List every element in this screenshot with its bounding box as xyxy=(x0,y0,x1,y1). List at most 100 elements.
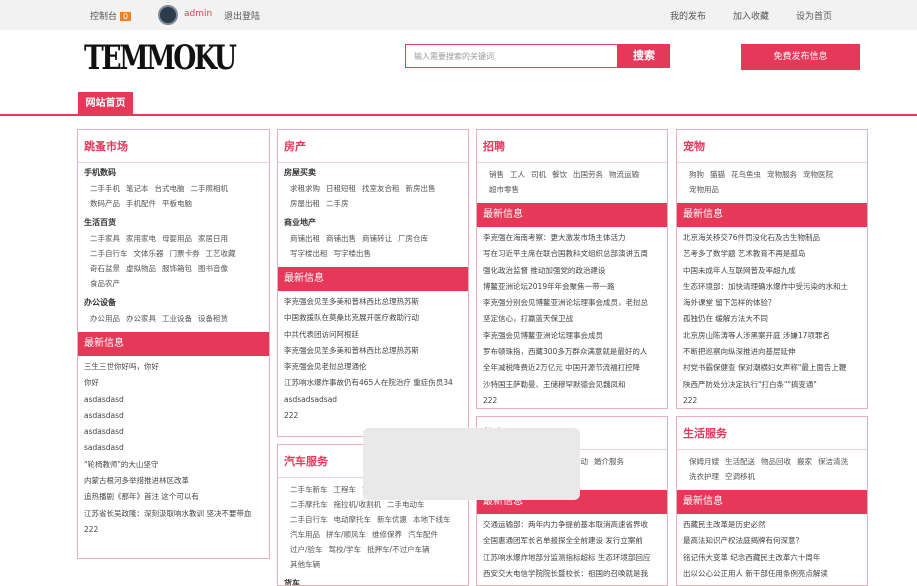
news-item[interactable]: 全年减税降费近2万亿元 中国开源节流福打控降 xyxy=(483,360,661,376)
tag-link[interactable]: 奇石盆景 xyxy=(90,264,120,273)
tag-link[interactable]: 家居日用 xyxy=(198,234,228,243)
tag-link[interactable]: 洗衣护理 xyxy=(689,472,719,481)
tag-link[interactable]: 拼车/顺风车 xyxy=(326,530,366,539)
tag-link[interactable]: 虚拟物品 xyxy=(126,264,156,273)
news-item[interactable]: asdasdasd xyxy=(84,424,263,440)
tag-link[interactable]: 二手电动车 xyxy=(387,500,425,509)
tag-link[interactable]: 台式电脑 xyxy=(155,184,185,193)
news-item[interactable]: 坚定信心，打赢蓝天保卫战 xyxy=(483,311,661,327)
username-link[interactable]: admin xyxy=(184,9,212,19)
news-item[interactable]: 出以公心公正用人 新干部任用条例亮点解读 xyxy=(683,566,861,582)
tag-link[interactable]: 电动摩托车 xyxy=(334,515,372,524)
news-item[interactable]: 追热播剧《那年》首注 这个可以有 xyxy=(84,489,263,505)
news-item[interactable]: 铭记伟大变革 纪念西藏民主改革六十周年 xyxy=(683,550,861,566)
news-item[interactable]: 江苏响水爆炸事故仍有465人在院治疗 重症伤员34 xyxy=(284,375,462,391)
news-item[interactable]: 艺考多了数学题 艺术教育不再是孤岛 xyxy=(683,246,861,262)
news-item[interactable]: 陕西严防处分决定执行"打白条""搞变通" xyxy=(683,377,861,393)
news-item[interactable]: 最高法知识产权法庭揭牌有何深意？ xyxy=(683,533,861,549)
news-item[interactable]: 222 xyxy=(483,393,661,408)
tag-link[interactable]: 食品农产 xyxy=(90,279,120,288)
tag-link[interactable]: 家用家电 xyxy=(126,234,156,243)
tag-link[interactable]: 房屋出租 xyxy=(290,199,320,208)
tag-link[interactable]: 数码产品 xyxy=(90,199,120,208)
tag-link[interactable]: 办公用品 xyxy=(90,314,120,323)
panel-title[interactable]: 招聘 xyxy=(477,130,667,163)
tag-link[interactable]: 写字楼出售 xyxy=(334,249,372,258)
tag-link[interactable]: 笔记本 xyxy=(126,184,149,193)
tag-link[interactable]: 保洁清洗 xyxy=(818,457,848,466)
news-item[interactable]: asdsadsadsad xyxy=(284,392,462,408)
tag-link[interactable]: 二手自行车 xyxy=(290,515,328,524)
news-item[interactable]: 总书记强调：各地区推广帮助困难群众 xyxy=(683,582,861,585)
group-title[interactable]: 房屋买卖 xyxy=(278,163,468,180)
news-item[interactable]: 全国惠通团军长名单报探全全前建设 发行立案前 xyxy=(483,533,661,549)
news-item[interactable]: 孤独仍在 缓解方法大不同 xyxy=(683,311,861,327)
tag-link[interactable]: 手机配件 xyxy=(126,199,156,208)
tag-link[interactable]: 新车优惠 xyxy=(377,515,407,524)
news-item[interactable]: 西藏民主改革是历史必然 xyxy=(683,517,861,533)
tag-link[interactable]: 门票卡券 xyxy=(170,249,200,258)
news-item[interactable]: 交通运输部：两年内力争提前基本取消高速省界收 xyxy=(483,517,661,533)
tag-link[interactable]: 厂房仓库 xyxy=(398,234,428,243)
news-item[interactable]: 江苏响水爆炸地部分监测指标超标 生态环境部回应 xyxy=(483,550,661,566)
news-item[interactable]: 沙特国王萨勒曼、王储穆罕默德会见魏凤和 xyxy=(483,377,661,393)
tag-link[interactable]: 设备租赁 xyxy=(198,314,228,323)
tag-link[interactable]: 写字楼出租 xyxy=(290,249,328,258)
news-item[interactable]: 北京海关移交76件罚没化石及古生物制品 xyxy=(683,230,861,246)
add-favorite-link[interactable]: 加入收藏 xyxy=(733,9,769,22)
tag-link[interactable]: 宠物医院 xyxy=(803,170,833,179)
tag-link[interactable]: 商铺转让 xyxy=(362,234,392,243)
group-title[interactable]: 商业地产 xyxy=(278,213,468,230)
news-item[interactable]: 西安交大电信学院院长暨校长：祖国的召唤就是我 xyxy=(483,566,661,582)
tag-link[interactable]: 母婴用品 xyxy=(162,234,192,243)
news-item[interactable]: 不断把巡察向纵深推进向基层延伸 xyxy=(683,344,861,360)
tag-link[interactable]: 工人 xyxy=(510,170,525,179)
tag-link[interactable]: 工业设备 xyxy=(162,314,192,323)
news-item[interactable]: 李克强会见博鳌亚洲论坛理事会成员 xyxy=(483,328,661,344)
tag-link[interactable]: 本地下线车 xyxy=(413,515,451,524)
news-item[interactable]: 222 xyxy=(84,522,263,538)
tag-link[interactable]: 出国劳务 xyxy=(573,170,603,179)
tag-link[interactable]: 宠物服务 xyxy=(767,170,797,179)
tag-link[interactable]: 超市零售 xyxy=(489,185,519,194)
tag-link[interactable]: 婚介服务 xyxy=(594,457,624,466)
tag-link[interactable]: 二手手机 xyxy=(90,184,120,193)
news-item[interactable]: 江苏省长吴政隆：深刻汲取响水教训 坚决不要带血 xyxy=(84,506,263,522)
tag-link[interactable]: 搬家 xyxy=(797,457,812,466)
tag-link[interactable]: 空调移机 xyxy=(725,472,755,481)
my-posts-link[interactable]: 我的发布 xyxy=(670,9,706,22)
group-title[interactable]: 生活百货 xyxy=(78,213,269,230)
tag-link[interactable]: 销售 xyxy=(489,170,504,179)
tag-link[interactable]: 二手照相机 xyxy=(191,184,229,193)
tag-link[interactable]: 抵押车/不过户车辆 xyxy=(367,545,430,554)
tag-link[interactable]: 生活配送 xyxy=(725,457,755,466)
panel-title[interactable]: 宠物 xyxy=(677,130,867,163)
tag-link[interactable]: 物品回收 xyxy=(761,457,791,466)
news-item[interactable]: 李克强会见老挝总理通伦 xyxy=(284,359,462,375)
search-input[interactable]: 输入需要搜索的关键词 xyxy=(405,44,618,68)
news-item[interactable]: asdasdasd xyxy=(84,392,263,408)
tag-link[interactable]: 驾校/学车 xyxy=(329,545,362,554)
tag-link[interactable]: 二手自行车 xyxy=(90,249,128,258)
news-item[interactable]: 海外课堂 留下怎样的体验？ xyxy=(683,295,861,311)
group-title[interactable]: 办公设备 xyxy=(78,293,269,310)
news-item[interactable]: 222 xyxy=(683,393,861,408)
news-item[interactable]: 你好 xyxy=(84,375,263,391)
tag-link[interactable]: 求租求购 xyxy=(290,184,320,193)
tag-link[interactable]: 狗狗 xyxy=(689,170,704,179)
tag-link[interactable]: 工程车 xyxy=(334,485,357,494)
tag-link[interactable]: 猫猫 xyxy=(710,170,725,179)
nav-home-tab[interactable]: 网站首页 xyxy=(78,92,133,115)
logout-link[interactable]: 退出登陆 xyxy=(224,9,260,22)
tag-link[interactable]: 二手房 xyxy=(326,199,349,208)
group-title[interactable]: 手机数码 xyxy=(78,163,269,180)
tag-link[interactable]: 保姆月嫂 xyxy=(689,457,719,466)
tag-link[interactable]: 找室友合租 xyxy=(362,184,400,193)
news-item[interactable]: 村党书霸保健查 保对潮横妇女声称"最上面告上鞭 xyxy=(683,360,861,376)
tag-link[interactable]: 拖拉机/收割机 xyxy=(334,500,382,509)
news-item[interactable]: 李克强会见圣多美和普林西比总理热苏斯 xyxy=(284,343,462,359)
news-item[interactable]: 三生三世你好吗，你好 xyxy=(84,359,263,375)
tag-link[interactable]: 平板电脑 xyxy=(162,199,192,208)
news-item[interactable]: "轮椅教师"的大山坚守 xyxy=(84,457,263,473)
search-button[interactable]: 搜索 xyxy=(618,44,670,68)
